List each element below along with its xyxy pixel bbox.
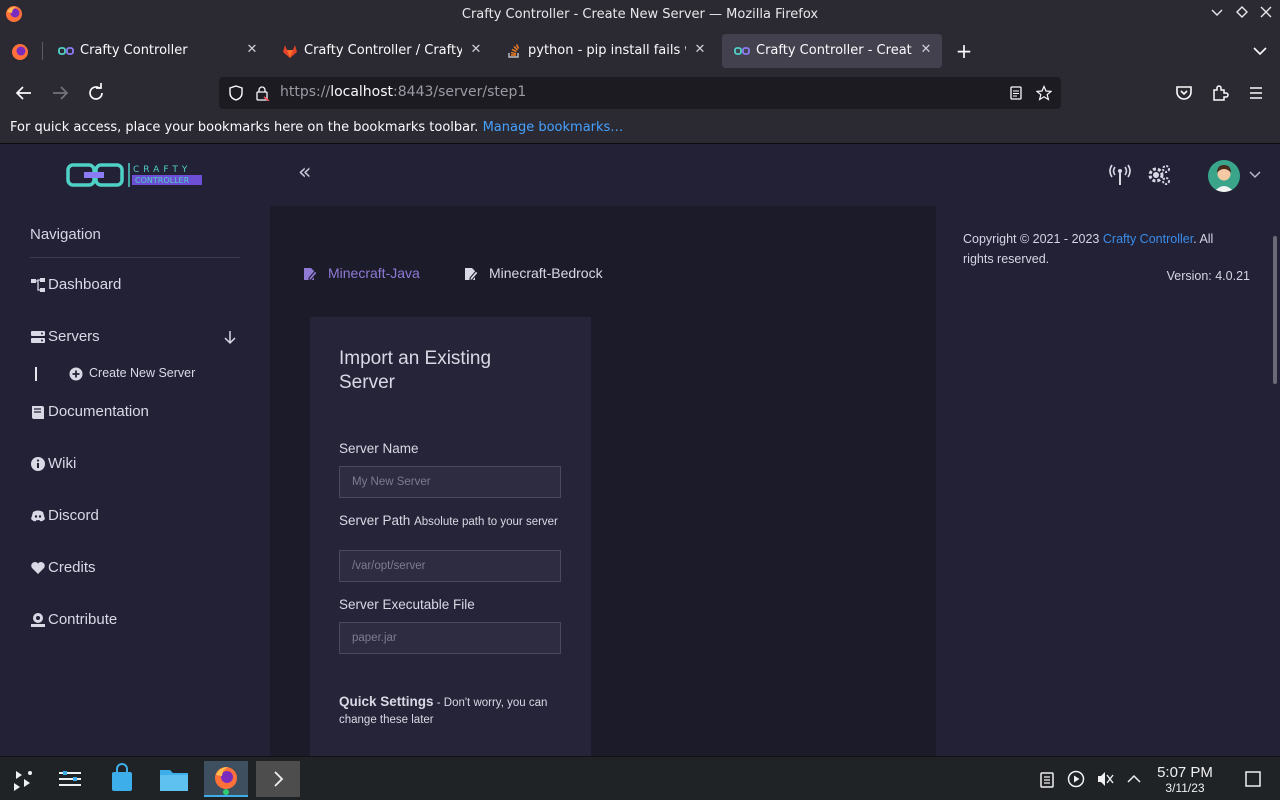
application-launcher-icon[interactable] [0, 761, 44, 797]
discover-store-icon[interactable] [100, 761, 144, 797]
page-scrollbar[interactable] [1273, 236, 1277, 384]
crafty-favicon-icon [734, 47, 750, 55]
book-icon [32, 406, 44, 419]
bookmark-star-icon[interactable] [1036, 85, 1052, 101]
server-path-hint: Absolute path to your server [414, 516, 558, 528]
executable-file-label: Server Executable File [339, 597, 475, 612]
address-bar[interactable]: https://localhost:8443/server/step1 [219, 77, 1061, 109]
app-menu-icon[interactable] [1244, 81, 1268, 105]
close-window-icon[interactable] [1256, 5, 1276, 25]
close-tab-icon[interactable]: ✕ [692, 42, 708, 58]
logo-text-bottom: CONTROLLER [135, 176, 190, 185]
bookmarks-toolbar: For quick access, place your bookmarks h… [0, 114, 1280, 144]
clock[interactable]: 5:07 PM 3/11/23 [1150, 764, 1220, 796]
close-tab-icon[interactable]: ✕ [244, 42, 260, 58]
tab-stackoverflow[interactable]: python - pip install fails wit ✕ [494, 34, 716, 68]
media-player-icon[interactable] [1067, 770, 1085, 788]
form-title: Import an Existing Server [339, 348, 492, 393]
version-text: Version: 4.0.21 [1166, 269, 1250, 283]
crafty-controller-link[interactable]: Crafty Controller [1103, 232, 1193, 246]
server-path-input[interactable] [339, 550, 561, 582]
server-path-label: Server Path Absolute path to your server [339, 513, 558, 528]
forward-icon[interactable] [48, 81, 72, 105]
navigation-toolbar: https://localhost:8443/server/step1 [0, 72, 1280, 114]
info-icon [31, 457, 45, 471]
reader-view-icon[interactable] [1008, 85, 1024, 101]
settings-cogs-icon[interactable] [1147, 164, 1171, 186]
clock-date: 3/11/23 [1165, 781, 1205, 795]
clipboard-icon[interactable] [1038, 770, 1056, 788]
server-icon [31, 331, 45, 343]
plus-circle-icon [69, 367, 83, 381]
navigation-heading: Navigation [30, 226, 101, 243]
logo-text-top: CRAFTY [133, 165, 191, 175]
discord-icon [31, 510, 45, 522]
firefox-icon [215, 767, 237, 795]
tab-strip: Crafty Controller ✕ Crafty Controller / … [0, 30, 1280, 72]
footer-panel: Copyright © 2021 - 2023 Crafty Controlle… [936, 206, 1280, 756]
pocket-icon[interactable] [1172, 81, 1196, 105]
clock-time: 5:07 PM [1157, 764, 1213, 781]
web-page: CRAFTY CONTROLLER Navigation Dashboard S… [0, 144, 1280, 756]
collapse-sidebar-icon[interactable]: « [298, 162, 318, 186]
close-tab-icon[interactable]: ✕ [918, 42, 934, 58]
server-name-label: Server Name [339, 441, 419, 456]
tab-gitlab[interactable]: Crafty Controller / Crafty 4 ✕ [270, 34, 492, 68]
crafty-logo[interactable]: CRAFTY CONTROLLER [66, 160, 206, 190]
top-navbar: « [270, 144, 1280, 206]
quick-settings-label: Quick Settings - Don't worry, you can ch… [339, 694, 548, 726]
lock-warning-icon[interactable] [254, 85, 270, 101]
executable-file-input[interactable] [339, 622, 561, 654]
back-icon[interactable] [12, 81, 36, 105]
tab-crafty-controller[interactable]: Crafty Controller ✕ [46, 34, 268, 68]
window-title: Crafty Controller - Create New Server — … [461, 7, 819, 22]
chevron-down-icon[interactable] [1248, 170, 1262, 180]
url-text[interactable]: https://localhost:8443/server/step1 [280, 84, 526, 100]
nav-divider [30, 257, 240, 258]
gitlab-favicon-icon [283, 45, 297, 58]
edit-file-icon [465, 268, 479, 281]
sidebar: CRAFTY CONTROLLER Navigation Dashboard S… [0, 144, 270, 756]
firefox-view-icon[interactable] [10, 42, 30, 62]
sitemap-icon [31, 278, 45, 292]
active-indicator [35, 367, 37, 381]
maximize-icon[interactable] [1232, 5, 1252, 25]
broadcast-tower-icon[interactable] [1108, 164, 1132, 186]
taskbar: 5:07 PM 3/11/23 [0, 756, 1280, 800]
copyright-text: Copyright © 2021 - 2023 Crafty Controlle… [963, 232, 1214, 266]
taskbar-firefox[interactable] [204, 761, 248, 797]
close-tab-icon[interactable]: ✕ [468, 42, 484, 58]
import-server-card: Import an Existing Server Server Name Se… [310, 317, 591, 756]
sidebar-subitem-create-new-server[interactable]: Create New Server [35, 366, 255, 384]
terminal-icon[interactable] [256, 761, 300, 797]
manage-bookmarks-link[interactable]: Manage bookmarks… [483, 120, 624, 135]
window-titlebar: Crafty Controller - Create New Server — … [0, 0, 1280, 30]
system-settings-icon[interactable] [48, 761, 92, 797]
avatar[interactable] [1208, 160, 1240, 192]
new-tab-icon[interactable]: + [952, 39, 976, 63]
server-name-input[interactable] [339, 466, 561, 498]
volume-muted-icon[interactable] [1096, 770, 1114, 788]
user-avatar-icon [1208, 160, 1240, 192]
list-all-tabs-icon[interactable] [1248, 39, 1272, 63]
donate-icon [31, 613, 45, 627]
main-content: Minecraft-Java Minecraft-Bedrock Import … [270, 206, 936, 756]
file-manager-icon[interactable] [152, 761, 196, 797]
stackoverflow-favicon-icon [508, 44, 520, 58]
extensions-icon[interactable] [1208, 81, 1232, 105]
bookmarks-message: For quick access, place your bookmarks h… [10, 120, 479, 135]
tab-create-new-server[interactable]: Crafty Controller - Create N ✕ [722, 34, 942, 68]
crafty-favicon-icon [58, 47, 74, 55]
edit-file-icon [304, 268, 318, 281]
minimize-icon[interactable] [1207, 5, 1227, 25]
show-desktop-icon[interactable] [1244, 770, 1262, 788]
arrow-down-icon[interactable] [222, 329, 238, 345]
reload-icon[interactable] [84, 81, 108, 105]
chevron-up-icon[interactable] [1125, 770, 1143, 788]
heart-icon [31, 562, 45, 574]
shield-icon[interactable] [228, 85, 244, 101]
